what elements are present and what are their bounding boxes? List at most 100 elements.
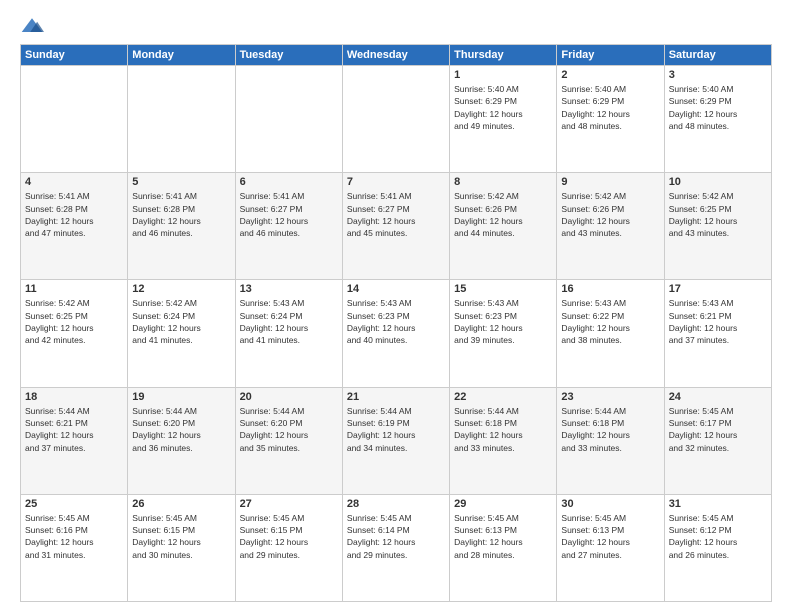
day-number: 6 bbox=[240, 176, 338, 188]
weekday-header-tuesday: Tuesday bbox=[235, 45, 342, 66]
day-info: Sunrise: 5:41 AM Sunset: 6:27 PM Dayligh… bbox=[240, 190, 338, 239]
week-row-1: 1 Sunrise: 5:40 AM Sunset: 6:29 PM Daylig… bbox=[21, 66, 772, 173]
calendar-cell: 14 Sunrise: 5:43 AM Sunset: 6:23 PM Dayli… bbox=[342, 280, 449, 387]
calendar-cell: 21 Sunrise: 5:44 AM Sunset: 6:19 PM Dayli… bbox=[342, 387, 449, 494]
day-info: Sunrise: 5:40 AM Sunset: 6:29 PM Dayligh… bbox=[561, 83, 659, 132]
day-number: 18 bbox=[25, 391, 123, 403]
day-info: Sunrise: 5:45 AM Sunset: 6:16 PM Dayligh… bbox=[25, 512, 123, 561]
day-info: Sunrise: 5:44 AM Sunset: 6:20 PM Dayligh… bbox=[132, 405, 230, 454]
weekday-header-monday: Monday bbox=[128, 45, 235, 66]
day-number: 30 bbox=[561, 498, 659, 510]
calendar-cell: 28Sunrise: 5:45 AM Sunset: 6:14 PM Dayli… bbox=[342, 494, 449, 601]
day-info: Sunrise: 5:45 AM Sunset: 6:15 PM Dayligh… bbox=[132, 512, 230, 561]
day-number: 11 bbox=[25, 283, 123, 295]
day-number: 8 bbox=[454, 176, 552, 188]
day-number: 19 bbox=[132, 391, 230, 403]
day-number: 17 bbox=[669, 283, 767, 295]
calendar-cell: 16 Sunrise: 5:43 AM Sunset: 6:22 PM Dayli… bbox=[557, 280, 664, 387]
day-info: Sunrise: 5:45 AM Sunset: 6:17 PM Dayligh… bbox=[669, 405, 767, 454]
weekday-header-row: SundayMondayTuesdayWednesdayThursdayFrid… bbox=[21, 45, 772, 66]
day-info: Sunrise: 5:44 AM Sunset: 6:20 PM Dayligh… bbox=[240, 405, 338, 454]
day-info: Sunrise: 5:42 AM Sunset: 6:25 PM Dayligh… bbox=[25, 297, 123, 346]
day-number: 26 bbox=[132, 498, 230, 510]
calendar-cell: 7Sunrise: 5:41 AM Sunset: 6:27 PM Daylig… bbox=[342, 173, 449, 280]
weekday-header-friday: Friday bbox=[557, 45, 664, 66]
calendar-cell: 6 Sunrise: 5:41 AM Sunset: 6:27 PM Daylig… bbox=[235, 173, 342, 280]
calendar-cell: 10Sunrise: 5:42 AM Sunset: 6:25 PM Dayli… bbox=[664, 173, 771, 280]
weekday-header-saturday: Saturday bbox=[664, 45, 771, 66]
day-number: 10 bbox=[669, 176, 767, 188]
calendar-cell: 15Sunrise: 5:43 AM Sunset: 6:23 PM Dayli… bbox=[450, 280, 557, 387]
week-row-4: 18 Sunrise: 5:44 AM Sunset: 6:21 PM Dayli… bbox=[21, 387, 772, 494]
page: SundayMondayTuesdayWednesdayThursdayFrid… bbox=[0, 0, 792, 612]
calendar-cell: 12 Sunrise: 5:42 AM Sunset: 6:24 PM Dayli… bbox=[128, 280, 235, 387]
day-info: Sunrise: 5:42 AM Sunset: 6:26 PM Dayligh… bbox=[454, 190, 552, 239]
calendar-cell: 19 Sunrise: 5:44 AM Sunset: 6:20 PM Dayli… bbox=[128, 387, 235, 494]
calendar-cell: 24 Sunrise: 5:45 AM Sunset: 6:17 PM Dayli… bbox=[664, 387, 771, 494]
calendar-cell: 13 Sunrise: 5:43 AM Sunset: 6:24 PM Dayli… bbox=[235, 280, 342, 387]
calendar-cell: 29Sunrise: 5:45 AM Sunset: 6:13 PM Dayli… bbox=[450, 494, 557, 601]
day-number: 23 bbox=[561, 391, 659, 403]
calendar-cell: 1 Sunrise: 5:40 AM Sunset: 6:29 PM Daylig… bbox=[450, 66, 557, 173]
day-number: 3 bbox=[669, 69, 767, 81]
day-info: Sunrise: 5:43 AM Sunset: 6:23 PM Dayligh… bbox=[454, 297, 552, 346]
day-info: Sunrise: 5:43 AM Sunset: 6:22 PM Dayligh… bbox=[561, 297, 659, 346]
day-info: Sunrise: 5:43 AM Sunset: 6:21 PM Dayligh… bbox=[669, 297, 767, 346]
calendar-cell: 26 Sunrise: 5:45 AM Sunset: 6:15 PM Dayli… bbox=[128, 494, 235, 601]
calendar-cell: 30 Sunrise: 5:45 AM Sunset: 6:13 PM Dayli… bbox=[557, 494, 664, 601]
day-info: Sunrise: 5:44 AM Sunset: 6:19 PM Dayligh… bbox=[347, 405, 445, 454]
day-info: Sunrise: 5:45 AM Sunset: 6:13 PM Dayligh… bbox=[561, 512, 659, 561]
calendar-cell: 3 Sunrise: 5:40 AM Sunset: 6:29 PM Daylig… bbox=[664, 66, 771, 173]
calendar-cell: 2 Sunrise: 5:40 AM Sunset: 6:29 PM Daylig… bbox=[557, 66, 664, 173]
day-number: 1 bbox=[454, 69, 552, 81]
day-number: 27 bbox=[240, 498, 338, 510]
calendar-cell: 25 Sunrise: 5:45 AM Sunset: 6:16 PM Dayli… bbox=[21, 494, 128, 601]
day-number: 13 bbox=[240, 283, 338, 295]
day-number: 16 bbox=[561, 283, 659, 295]
day-number: 4 bbox=[25, 176, 123, 188]
day-info: Sunrise: 5:44 AM Sunset: 6:18 PM Dayligh… bbox=[454, 405, 552, 454]
day-info: Sunrise: 5:45 AM Sunset: 6:12 PM Dayligh… bbox=[669, 512, 767, 561]
day-number: 14 bbox=[347, 283, 445, 295]
day-info: Sunrise: 5:42 AM Sunset: 6:26 PM Dayligh… bbox=[561, 190, 659, 239]
calendar-cell: 11 Sunrise: 5:42 AM Sunset: 6:25 PM Dayli… bbox=[21, 280, 128, 387]
calendar-cell bbox=[128, 66, 235, 173]
day-number: 24 bbox=[669, 391, 767, 403]
day-number: 25 bbox=[25, 498, 123, 510]
calendar-cell: 4 Sunrise: 5:41 AM Sunset: 6:28 PM Daylig… bbox=[21, 173, 128, 280]
week-row-5: 25 Sunrise: 5:45 AM Sunset: 6:16 PM Dayli… bbox=[21, 494, 772, 601]
day-info: Sunrise: 5:41 AM Sunset: 6:28 PM Dayligh… bbox=[132, 190, 230, 239]
day-info: Sunrise: 5:40 AM Sunset: 6:29 PM Dayligh… bbox=[669, 83, 767, 132]
logo-icon bbox=[20, 16, 44, 36]
calendar-cell bbox=[235, 66, 342, 173]
logo bbox=[20, 16, 48, 36]
day-number: 12 bbox=[132, 283, 230, 295]
calendar-cell: 5Sunrise: 5:41 AM Sunset: 6:28 PM Daylig… bbox=[128, 173, 235, 280]
day-number: 2 bbox=[561, 69, 659, 81]
day-number: 9 bbox=[561, 176, 659, 188]
day-info: Sunrise: 5:43 AM Sunset: 6:23 PM Dayligh… bbox=[347, 297, 445, 346]
calendar-cell: 23Sunrise: 5:44 AM Sunset: 6:18 PM Dayli… bbox=[557, 387, 664, 494]
week-row-2: 4 Sunrise: 5:41 AM Sunset: 6:28 PM Daylig… bbox=[21, 173, 772, 280]
day-number: 20 bbox=[240, 391, 338, 403]
day-number: 29 bbox=[454, 498, 552, 510]
day-info: Sunrise: 5:43 AM Sunset: 6:24 PM Dayligh… bbox=[240, 297, 338, 346]
day-info: Sunrise: 5:42 AM Sunset: 6:24 PM Dayligh… bbox=[132, 297, 230, 346]
calendar-cell: 22 Sunrise: 5:44 AM Sunset: 6:18 PM Dayli… bbox=[450, 387, 557, 494]
calendar-cell: 20 Sunrise: 5:44 AM Sunset: 6:20 PM Dayli… bbox=[235, 387, 342, 494]
weekday-header-sunday: Sunday bbox=[21, 45, 128, 66]
header bbox=[20, 16, 772, 36]
day-info: Sunrise: 5:41 AM Sunset: 6:28 PM Dayligh… bbox=[25, 190, 123, 239]
day-number: 22 bbox=[454, 391, 552, 403]
day-info: Sunrise: 5:40 AM Sunset: 6:29 PM Dayligh… bbox=[454, 83, 552, 132]
day-number: 31 bbox=[669, 498, 767, 510]
week-row-3: 11 Sunrise: 5:42 AM Sunset: 6:25 PM Dayli… bbox=[21, 280, 772, 387]
day-number: 28 bbox=[347, 498, 445, 510]
weekday-header-thursday: Thursday bbox=[450, 45, 557, 66]
calendar-cell: 27 Sunrise: 5:45 AM Sunset: 6:15 PM Dayli… bbox=[235, 494, 342, 601]
calendar-cell: 9 Sunrise: 5:42 AM Sunset: 6:26 PM Daylig… bbox=[557, 173, 664, 280]
day-info: Sunrise: 5:45 AM Sunset: 6:15 PM Dayligh… bbox=[240, 512, 338, 561]
calendar-cell: 8 Sunrise: 5:42 AM Sunset: 6:26 PM Daylig… bbox=[450, 173, 557, 280]
day-number: 21 bbox=[347, 391, 445, 403]
day-info: Sunrise: 5:44 AM Sunset: 6:21 PM Dayligh… bbox=[25, 405, 123, 454]
